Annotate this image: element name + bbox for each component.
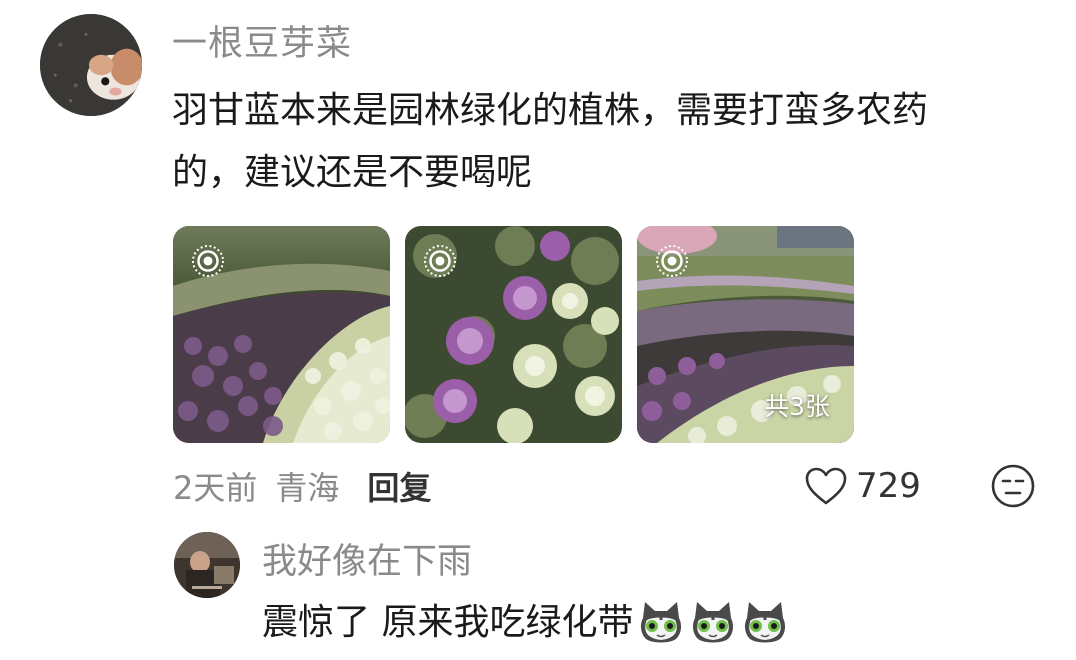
image-thumbnail[interactable] [405, 226, 622, 443]
image-thumbnail[interactable]: 共3张 [637, 226, 854, 443]
reply-button[interactable]: 回复 [367, 463, 431, 509]
neutral-face-icon[interactable] [990, 463, 1036, 509]
reply-text: 震惊了 原来我吃绿化带 [262, 596, 789, 650]
cat-face-emoji [741, 600, 789, 646]
cat-face-emoji [689, 600, 737, 646]
comment-meta: 2天前 青海 回复 [173, 462, 431, 510]
username[interactable]: 一根豆芽菜 [172, 20, 352, 68]
location: 青海 [275, 469, 340, 507]
image-thumbnail[interactable] [173, 226, 390, 443]
live-photo-icon [655, 244, 689, 278]
live-photo-icon [423, 244, 457, 278]
comment-thread: 一根豆芽菜 羽甘蓝本来是园林绿化的植株，需要打蛮多农药 的，建议还是不要喝呢 共… [0, 0, 1076, 660]
reply-text-content: 震惊了 原来我吃绿化带 [262, 602, 634, 643]
comment-text: 羽甘蓝本来是园林绿化的植株，需要打蛮多农药 的，建议还是不要喝呢 [172, 80, 1032, 204]
like-button[interactable]: 729 [804, 462, 921, 510]
comment-text-line: 羽甘蓝本来是园林绿化的植株，需要打蛮多农药 [172, 90, 929, 131]
heart-outline-icon [804, 466, 848, 506]
image-gallery: 共3张 [173, 226, 854, 443]
live-photo-icon [191, 244, 225, 278]
avatar[interactable] [40, 14, 142, 116]
cat-face-emoji [637, 600, 685, 646]
comment-text-line: 的，建议还是不要喝呢 [172, 152, 533, 193]
reply-username[interactable]: 我好像在下雨 [262, 538, 472, 586]
image-count-badge: 共3张 [764, 392, 830, 421]
timestamp: 2天前 [173, 469, 258, 507]
like-count: 729 [856, 466, 921, 506]
reply-avatar[interactable] [174, 532, 240, 598]
